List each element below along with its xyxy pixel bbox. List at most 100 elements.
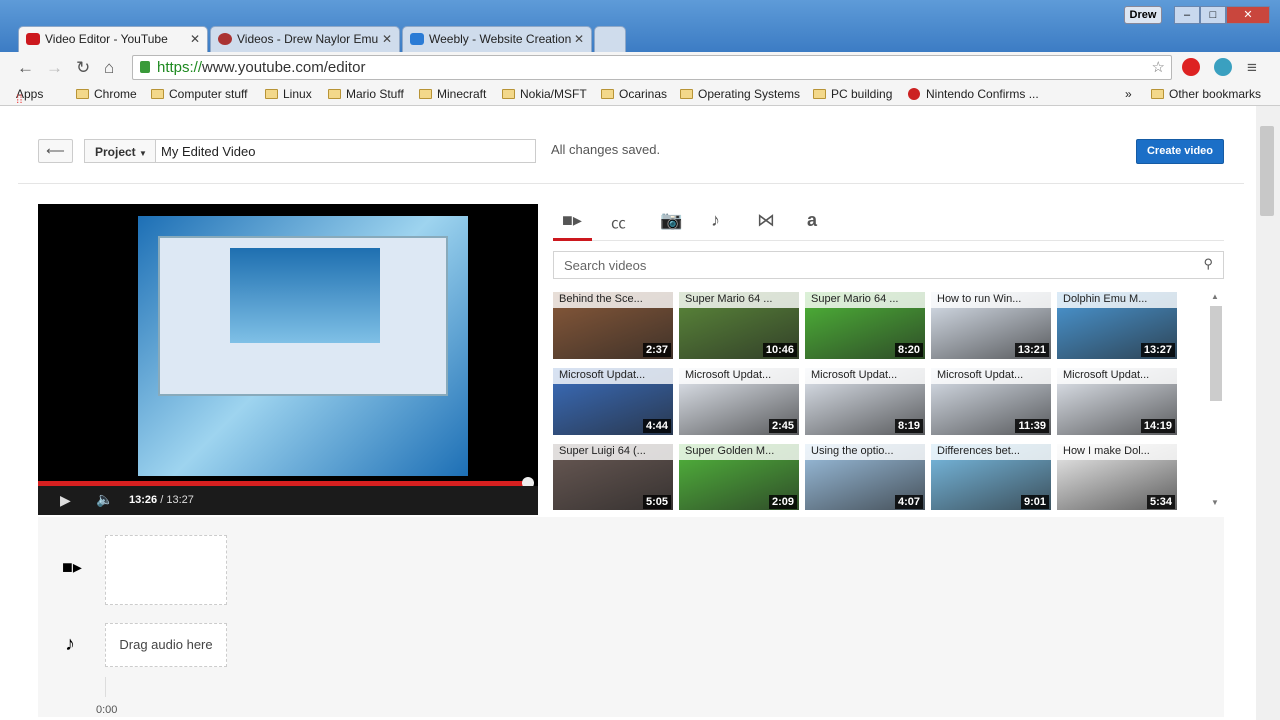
back-icon[interactable]: ← <box>17 58 34 78</box>
video-duration: 4:07 <box>894 495 923 509</box>
tab-weebly[interactable]: Weebly - Website Creation ✕ <box>402 26 592 52</box>
video-thumbnail[interactable]: Microsoft Updat... 11:39 <box>931 368 1051 435</box>
bookmark-folder[interactable]: Mario Stuff <box>328 87 404 101</box>
reload-icon[interactable]: ↻ <box>76 58 90 78</box>
music-note-icon[interactable]: ♪ <box>711 210 720 231</box>
bookmarks-overflow[interactable]: » <box>1125 87 1132 101</box>
tab-label: Video Editor - YouTube <box>45 32 168 46</box>
bookmark-folder[interactable]: Chrome <box>76 87 137 101</box>
folder-icon <box>151 89 164 99</box>
new-tab-button[interactable] <box>594 26 626 52</box>
video-title: Microsoft Updat... <box>553 368 673 384</box>
video-thumbnail[interactable]: Microsoft Updat... 8:19 <box>805 368 925 435</box>
video-grid: Behind the Sce... 2:37 Super Mario 64 ... 1… <box>553 292 1183 510</box>
extension-icon[interactable] <box>1182 58 1200 76</box>
extension-icon[interactable] <box>1214 58 1232 76</box>
home-icon[interactable]: ⌂ <box>104 58 114 78</box>
project-title-input[interactable]: My Edited Video <box>155 139 536 163</box>
video-duration: 4:44 <box>642 419 671 433</box>
close-tab-icon[interactable]: ✕ <box>190 32 200 46</box>
video-duration: 2:45 <box>768 419 797 433</box>
audio-drop-slot[interactable]: Drag audio here <box>105 623 227 667</box>
player-controls: ▶ 🔈 13:26 / 13:27 <box>38 486 538 515</box>
photo-camera-icon[interactable]: 📷 <box>660 210 682 231</box>
project-dropdown[interactable]: Project ▼ <box>84 139 156 163</box>
back-button[interactable]: ⟵ <box>38 139 73 163</box>
video-duration: 13:27 <box>1140 343 1175 357</box>
captions-icon[interactable]: ㏄ <box>611 212 626 233</box>
close-window-button[interactable]: ✕ <box>1226 6 1270 24</box>
project-label: Project <box>95 145 136 159</box>
tab-video-editor[interactable]: Video Editor - YouTube ✕ <box>18 26 208 52</box>
video-thumbnail[interactable]: How I make Dol... 5:34 <box>1057 444 1177 510</box>
search-placeholder: Search videos <box>564 258 647 273</box>
transitions-icon[interactable]: ⋈ <box>757 210 775 231</box>
page-scrollbar[interactable] <box>1256 106 1280 720</box>
video-duration: 5:34 <box>1146 495 1175 509</box>
bookmark-folder[interactable]: Nokia/MSFT <box>502 87 587 101</box>
grid-scrollbar[interactable]: ▲ ▼ <box>1209 292 1223 510</box>
bookmark-nintendo[interactable]: Nintendo Confirms ... <box>908 87 1039 101</box>
video-title: Super Luigi 64 (... <box>553 444 673 460</box>
tab-label: Weebly - Website Creation <box>429 32 572 46</box>
search-icon[interactable]: ⚲ <box>1203 256 1213 272</box>
video-drop-slot[interactable] <box>105 535 227 605</box>
folder-icon <box>1151 89 1164 99</box>
video-thumbnail[interactable]: Behind the Sce... 2:37 <box>553 292 673 359</box>
bookmark-folder[interactable]: Other bookmarks <box>1151 87 1261 101</box>
video-duration: 13:21 <box>1014 343 1049 357</box>
bookmark-folder[interactable]: Ocarinas <box>601 87 667 101</box>
bookmark-folder[interactable]: Minecraft <box>419 87 486 101</box>
bookmark-folder[interactable]: Computer stuff <box>151 87 247 101</box>
video-thumbnail[interactable]: Microsoft Updat... 14:19 <box>1057 368 1177 435</box>
forward-icon[interactable]: → <box>46 58 63 78</box>
video-thumbnail[interactable]: Super Mario 64 ... 10:46 <box>679 292 799 359</box>
maximize-button[interactable]: □ <box>1200 6 1226 24</box>
video-title: Microsoft Updat... <box>679 368 799 384</box>
folder-icon <box>419 89 432 99</box>
video-thumbnail[interactable]: Dolphin Emu M... 13:27 <box>1057 292 1177 359</box>
video-thumbnail[interactable]: Super Mario 64 ... 8:20 <box>805 292 925 359</box>
minimize-button[interactable]: – <box>1174 6 1200 24</box>
video-player[interactable]: ▶ 🔈 13:26 / 13:27 <box>38 204 538 515</box>
video-title: How to run Win... <box>931 292 1051 308</box>
bookmark-folder[interactable]: Linux <box>265 87 312 101</box>
video-title: Microsoft Updat... <box>1057 368 1177 384</box>
text-icon[interactable]: a <box>807 210 817 231</box>
folder-icon <box>680 89 693 99</box>
bookmark-apps[interactable]: ⁞⁞ Apps <box>16 87 43 106</box>
video-thumbnail[interactable]: Super Luigi 64 (... 5:05 <box>553 444 673 510</box>
folder-icon <box>813 89 826 99</box>
volume-icon[interactable]: 🔈 <box>96 491 113 508</box>
video-frame <box>138 216 468 476</box>
weebly-icon <box>410 33 424 45</box>
close-tab-icon[interactable]: ✕ <box>382 32 392 46</box>
tab-drew-videos[interactable]: Videos - Drew Naylor Emu ✕ <box>210 26 400 52</box>
video-thumbnail[interactable]: Using the optio... 4:07 <box>805 444 925 510</box>
video-thumbnail[interactable]: Super Golden M... 2:09 <box>679 444 799 510</box>
video-camera-icon[interactable]: ■▸ <box>562 210 582 231</box>
timeline-time: 0:00 <box>96 704 118 716</box>
video-thumbnail[interactable]: Differences bet... 9:01 <box>931 444 1051 510</box>
address-bar[interactable]: https://www.youtube.com/editor ☆ <box>132 55 1172 80</box>
save-status: All changes saved. <box>551 142 661 157</box>
bookmark-folder[interactable]: PC building <box>813 87 892 101</box>
menu-icon[interactable]: ≡ <box>1247 58 1257 78</box>
video-title: Behind the Sce... <box>553 292 673 308</box>
create-video-button[interactable]: Create video <box>1136 139 1224 164</box>
video-title: Microsoft Updat... <box>931 368 1051 384</box>
video-duration: 2:37 <box>642 343 671 357</box>
video-thumbnail[interactable]: Microsoft Updat... 2:45 <box>679 368 799 435</box>
video-thumbnail[interactable]: How to run Win... 13:21 <box>931 292 1051 359</box>
bookmark-folder[interactable]: Operating Systems <box>680 87 800 101</box>
search-videos-input[interactable]: Search videos ⚲ <box>553 251 1224 279</box>
video-title: Using the optio... <box>805 444 925 460</box>
user-profile[interactable]: Drew <box>1124 6 1162 24</box>
mario-icon <box>218 33 232 45</box>
star-icon[interactable]: ☆ <box>1152 58 1165 76</box>
video-thumbnail[interactable]: Microsoft Updat... 4:44 <box>553 368 673 435</box>
close-tab-icon[interactable]: ✕ <box>574 32 584 46</box>
audio-track-icon: ♪ <box>65 633 75 655</box>
play-icon[interactable]: ▶ <box>60 492 71 509</box>
editor-page: ⟵ Project ▼ My Edited Video All changes … <box>0 106 1256 720</box>
